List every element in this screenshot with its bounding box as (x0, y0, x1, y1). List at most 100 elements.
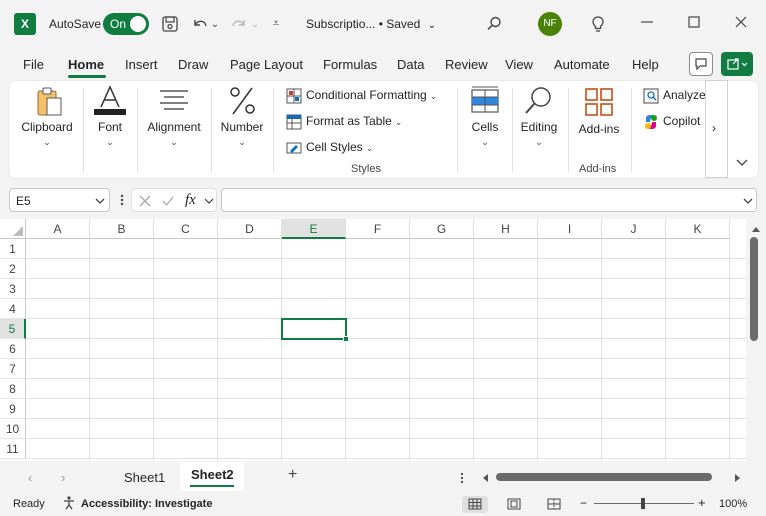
redo-icon[interactable] (229, 15, 249, 38)
row-header[interactable]: 6 (0, 339, 26, 359)
autosave-toggle[interactable]: On (103, 13, 149, 35)
addins-icon[interactable] (584, 87, 614, 117)
sheet-tab-sheet2[interactable]: Sheet2 (191, 467, 234, 482)
comments-button[interactable] (689, 52, 713, 76)
column-header[interactable]: F (346, 219, 410, 239)
row-header[interactable]: 11 (0, 439, 26, 459)
page-layout-view-button[interactable] (501, 496, 527, 513)
editing-chevron-icon[interactable]: ⌄ (533, 137, 545, 148)
more-sheets-icon[interactable] (459, 471, 465, 485)
zoom-in-button[interactable]: + (698, 495, 706, 510)
zoom-out-button[interactable]: − (580, 496, 587, 510)
selected-cell[interactable] (281, 318, 347, 340)
redo-dropdown-icon[interactable]: ⌄ (249, 16, 261, 34)
tab-automate[interactable]: Automate (554, 57, 610, 72)
column-header[interactable]: K (666, 219, 730, 239)
tab-help[interactable]: Help (632, 57, 659, 72)
cell-styles-button[interactable]: Cell Styles ⌄ (286, 140, 373, 156)
addins-button[interactable]: Add-ins (574, 122, 624, 136)
editing-button[interactable]: Editing (515, 120, 563, 134)
page-break-view-button[interactable] (541, 496, 567, 513)
normal-view-button[interactable] (462, 496, 488, 513)
add-sheet-button[interactable]: + (288, 466, 297, 484)
row-header[interactable]: 5 (0, 319, 26, 339)
cells-chevron-icon[interactable]: ⌄ (479, 137, 491, 148)
more-options-icon[interactable] (118, 192, 126, 208)
scroll-right-icon[interactable] (734, 472, 742, 482)
close-icon[interactable] (731, 15, 751, 34)
row-header[interactable]: 3 (0, 279, 26, 299)
row-header[interactable]: 9 (0, 399, 26, 419)
number-chevron-icon[interactable]: ⌄ (236, 137, 248, 148)
next-sheet-icon[interactable]: › (61, 470, 65, 485)
customize-toolbar-icon[interactable]: ⩡ (268, 14, 284, 32)
column-header[interactable]: A (26, 219, 90, 239)
document-title[interactable]: Subscriptio... • Saved ⌄ (306, 17, 436, 31)
minimize-icon[interactable] (637, 15, 657, 34)
search-icon[interactable] (484, 15, 504, 38)
tab-review[interactable]: Review (445, 57, 488, 72)
row-header[interactable]: 8 (0, 379, 26, 399)
font-icon[interactable] (93, 85, 127, 117)
clipboard-chevron-icon[interactable]: ⌄ (41, 137, 53, 148)
vertical-scroll-thumb[interactable] (750, 237, 758, 341)
cells-button[interactable]: Cells (463, 120, 507, 134)
accessibility-icon[interactable] (62, 496, 76, 510)
tab-formulas[interactable]: Formulas (323, 57, 377, 72)
tab-file[interactable]: File (23, 57, 44, 72)
cells-icon[interactable] (470, 86, 500, 116)
tab-data[interactable]: Data (397, 57, 424, 72)
insert-function-icon[interactable]: fx (185, 192, 196, 209)
number-button[interactable]: Number (215, 120, 269, 134)
column-header[interactable]: G (410, 219, 474, 239)
tab-page-layout[interactable]: Page Layout (230, 57, 303, 72)
worksheet-grid[interactable]: A B C D E F G H I J K 1 2 3 4 5 6 7 8 9 10 11 (0, 219, 746, 461)
percent-icon[interactable] (229, 86, 257, 116)
editing-search-icon[interactable] (523, 85, 555, 117)
column-header[interactable]: B (90, 219, 154, 239)
formula-input[interactable] (221, 188, 757, 212)
ribbon-scroll-right-button[interactable]: › (705, 80, 728, 178)
save-icon[interactable] (160, 15, 180, 38)
prev-sheet-icon[interactable]: ‹ (28, 470, 32, 485)
format-as-table-button[interactable]: Format as Table ⌄ (286, 114, 402, 130)
horizontal-scroll-thumb[interactable] (496, 473, 712, 481)
row-header[interactable]: 2 (0, 259, 26, 279)
accessibility-status[interactable]: Accessibility: Investigate (81, 498, 212, 510)
avatar[interactable]: NF (538, 12, 562, 36)
clipboard-icon[interactable] (34, 86, 64, 118)
row-header[interactable]: 1 (0, 239, 26, 259)
zoom-level[interactable]: 100% (719, 498, 747, 510)
fill-handle[interactable] (343, 336, 349, 342)
scroll-left-icon[interactable] (481, 472, 489, 482)
undo-icon[interactable] (190, 15, 210, 38)
column-header[interactable]: I (538, 219, 602, 239)
zoom-slider-thumb[interactable] (641, 498, 645, 509)
ribbon-collapse-chevron-icon[interactable] (735, 155, 749, 169)
row-header[interactable]: 10 (0, 419, 26, 439)
share-button[interactable] (721, 52, 753, 76)
tab-insert[interactable]: Insert (125, 57, 158, 72)
clipboard-button[interactable]: Clipboard (14, 120, 80, 134)
lightbulb-icon[interactable] (588, 15, 608, 38)
copilot-button[interactable]: Copilot (643, 114, 700, 130)
alignment-button[interactable]: Alignment (141, 120, 207, 134)
column-header[interactable]: J (602, 219, 666, 239)
alignment-icon[interactable] (158, 88, 190, 114)
maximize-icon[interactable] (684, 15, 704, 34)
column-header[interactable]: E (282, 219, 346, 239)
column-header[interactable]: H (474, 219, 538, 239)
name-box[interactable]: E5 (9, 188, 110, 212)
font-button[interactable]: Font (88, 120, 132, 134)
sheet-tab-sheet1[interactable]: Sheet1 (124, 470, 165, 485)
row-header[interactable]: 7 (0, 359, 26, 379)
tab-draw[interactable]: Draw (178, 57, 208, 72)
row-header[interactable]: 4 (0, 299, 26, 319)
conditional-formatting-button[interactable]: Conditional Formatting ⌄ (286, 88, 437, 104)
column-header[interactable]: D (218, 219, 282, 239)
column-header[interactable]: C (154, 219, 218, 239)
alignment-chevron-icon[interactable]: ⌄ (168, 137, 180, 148)
tab-view[interactable]: View (505, 57, 533, 72)
select-all-corner[interactable] (0, 219, 26, 239)
analyze-button[interactable]: Analyze (643, 88, 706, 104)
